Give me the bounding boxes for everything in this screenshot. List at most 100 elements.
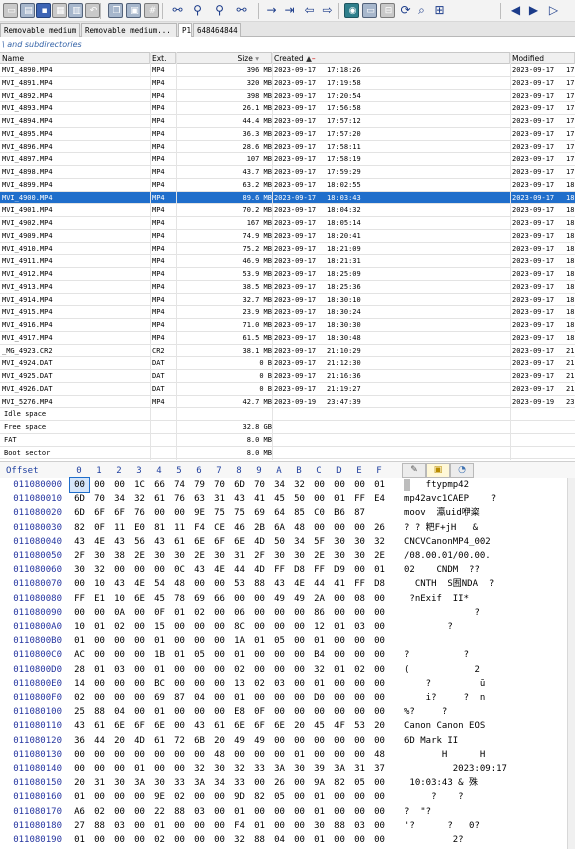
hex-byte[interactable]: 01 <box>90 620 109 634</box>
hex-byte[interactable]: 00 <box>290 691 309 705</box>
hex-byte[interactable]: 45 <box>310 719 329 733</box>
hex-byte[interactable]: 33 <box>250 762 269 776</box>
tab-4[interactable]: 648464844 <box>193 23 241 37</box>
file-row[interactable]: MVI_4901.MP4 MP4 70.2 MB 2023-09-17 18:04:32… <box>0 204 575 217</box>
go-to-offset-button[interactable]: → <box>264 3 279 18</box>
hex-byte[interactable]: 00 <box>90 748 109 762</box>
hex-byte[interactable]: 00 <box>290 677 309 691</box>
hex-byte[interactable]: 00 <box>70 762 89 776</box>
hex-byte[interactable]: 30 <box>210 549 229 563</box>
hex-byte[interactable]: 87 <box>170 691 189 705</box>
hex-byte[interactable]: 00 <box>130 620 149 634</box>
hex-byte[interactable]: 75 <box>210 506 229 520</box>
file-row[interactable]: MVI_4914.MP4 MP4 32.7 MB 2023-09-17 18:30:10… <box>0 294 575 307</box>
hex-editor[interactable]: 011080000 00 00 00 1C 66 74 79 70 6D 70 34 32 00 00 00 0… <box>0 477 575 849</box>
vertical-scrollbar[interactable] <box>567 478 575 849</box>
file-row[interactable]: MVI_4891.MP4 MP4 320 MB 2023-09-17 17:19:58 2… <box>0 77 575 90</box>
hex-byte[interactable]: 30 <box>330 535 349 549</box>
hex-byte[interactable]: 01 <box>150 634 169 648</box>
hex-byte[interactable]: FF <box>350 577 369 591</box>
hex-byte[interactable]: 27 <box>70 819 89 833</box>
hex-byte[interactable]: 43 <box>110 535 129 549</box>
hex-byte[interactable]: 0F <box>90 521 109 535</box>
ascii-text[interactable]: H H <box>404 748 575 762</box>
hex-byte[interactable]: 00 <box>190 634 209 648</box>
hex-row[interactable]: 011080080 FF E1 10 6E 45 78 69 66 00 00 49 49 2A 00 08 0… <box>0 592 575 606</box>
hex-row[interactable]: 011080070 00 10 43 4E 54 48 00 00 53 88 43 4E 44 41 FF D… <box>0 577 575 591</box>
hex-byte[interactable]: 01 <box>310 634 329 648</box>
search-button[interactable]: ⌕ <box>414 3 429 18</box>
ascii-text[interactable]: ? ? <box>404 790 575 804</box>
file-row[interactable]: MVI_4900.MP4 MP4 89.6 MB 2023-09-17 18:03:43… <box>0 191 575 205</box>
hex-byte[interactable]: 0F <box>250 705 269 719</box>
hex-byte[interactable]: 00 <box>190 663 209 677</box>
file-row[interactable]: MVI_4910.MP4 MP4 75.2 MB 2023-09-17 18:21:09… <box>0 243 575 256</box>
hex-byte[interactable]: 00 <box>270 805 289 819</box>
hex-byte[interactable]: 00 <box>250 748 269 762</box>
hex-byte[interactable]: 33 <box>230 776 249 790</box>
hex-byte[interactable]: 01 <box>70 634 89 648</box>
hex-byte[interactable]: 00 <box>270 606 289 620</box>
hex-byte[interactable]: 54 <box>150 577 169 591</box>
back-arrow-button[interactable]: ⇦ <box>302 3 317 18</box>
hex-byte[interactable]: 69 <box>250 506 269 520</box>
hex-byte[interactable]: 82 <box>70 521 89 535</box>
hex-byte[interactable]: 02 <box>70 691 89 705</box>
hex-byte[interactable]: 00 <box>290 805 309 819</box>
hex-byte[interactable]: 30 <box>90 549 109 563</box>
hex-byte[interactable]: 00 <box>130 634 149 648</box>
hex-row[interactable]: 011080190 01 00 00 00 02 00 00 00 32 88 04 00 01 00 00 0… <box>0 833 575 847</box>
file-row[interactable]: MVI_4925.DAT DAT 0 B 2023-09-17 21:16:36 2023… <box>0 370 575 383</box>
file-row[interactable]: MVI_4917.MP4 MP4 61.5 MB 2023-09-17 18:30:48… <box>0 332 575 345</box>
hex-byte[interactable]: CE <box>210 521 229 535</box>
hex-byte[interactable]: 00 <box>250 620 269 634</box>
hex-byte[interactable]: 00 <box>170 819 189 833</box>
hex-row[interactable]: 0110800B0 01 00 00 00 01 00 00 00 1A 01 05 00 01 00 00 0… <box>0 634 575 648</box>
hex-byte[interactable]: 00 <box>370 805 389 819</box>
hex-byte[interactable]: 8C <box>230 620 249 634</box>
hex-byte[interactable]: 6D <box>70 492 89 506</box>
hex-byte[interactable]: 00 <box>350 648 369 662</box>
hex-byte[interactable]: 00 <box>130 648 149 662</box>
ascii-text[interactable]: '? ? 0? <box>404 819 575 833</box>
hex-byte[interactable]: 01 <box>150 819 169 833</box>
hex-byte[interactable]: 01 <box>290 748 309 762</box>
file-row[interactable]: MVI_5276.MP4 MP4 42.7 MB 2023-09-19 23:47:39… <box>0 396 575 409</box>
file-row[interactable]: MVI_4915.MP4 MP4 23.9 MB 2023-09-17 18:30:24… <box>0 306 575 319</box>
hex-byte[interactable]: 01 <box>370 563 389 577</box>
hex-byte[interactable]: 00 <box>210 577 229 591</box>
hex-byte[interactable]: 00 <box>270 620 289 634</box>
hex-byte[interactable]: 61 <box>150 492 169 506</box>
summary-row[interactable]: Idle space <box>0 408 575 421</box>
hex-byte[interactable]: 32 <box>90 563 109 577</box>
hex-byte[interactable]: D0 <box>310 691 329 705</box>
ascii-text[interactable]: ? <box>404 606 575 620</box>
hex-byte[interactable]: 69 <box>190 592 209 606</box>
hex-byte[interactable]: 4D <box>250 563 269 577</box>
hex-row[interactable]: 0110800D0 28 01 03 00 01 00 00 00 02 00 00 00 32 01 02 0… <box>0 663 575 677</box>
ascii-text[interactable]: Canon Canon EOS <box>404 719 575 733</box>
ascii-text[interactable]: 10:03:43 & 殊 <box>404 776 575 790</box>
hex-byte[interactable]: 3A <box>190 776 209 790</box>
hex-byte[interactable]: 00 <box>210 790 229 804</box>
hex-byte[interactable]: B6 <box>330 506 349 520</box>
copy-hex-button[interactable]: # <box>144 3 159 18</box>
hex-byte[interactable]: 6B <box>190 734 209 748</box>
hex-byte[interactable]: 15 <box>150 620 169 634</box>
hex-row[interactable]: 0110800F0 02 00 00 00 69 87 04 00 01 00 00 00 D0 00 00 0… <box>0 691 575 705</box>
hex-byte[interactable]: 00 <box>290 833 309 847</box>
hex-byte[interactable]: 2F <box>70 549 89 563</box>
ascii-text[interactable]: CNTH S囿NDA ? <box>404 577 575 591</box>
hex-byte[interactable]: D8 <box>290 563 309 577</box>
hex-byte[interactable]: 6E <box>130 592 149 606</box>
hex-byte[interactable]: D8 <box>370 577 389 591</box>
hex-byte[interactable]: 00 <box>310 705 329 719</box>
hex-byte[interactable]: 00 <box>290 606 309 620</box>
hex-byte[interactable]: 1C <box>130 478 149 492</box>
hex-byte[interactable]: 6E <box>150 719 169 733</box>
hex-byte[interactable]: 30 <box>70 563 89 577</box>
hex-byte[interactable]: 00 <box>310 478 329 492</box>
hex-byte[interactable]: 45 <box>270 492 289 506</box>
hex-byte[interactable]: 01 <box>330 663 349 677</box>
hex-byte[interactable]: 00 <box>250 592 269 606</box>
